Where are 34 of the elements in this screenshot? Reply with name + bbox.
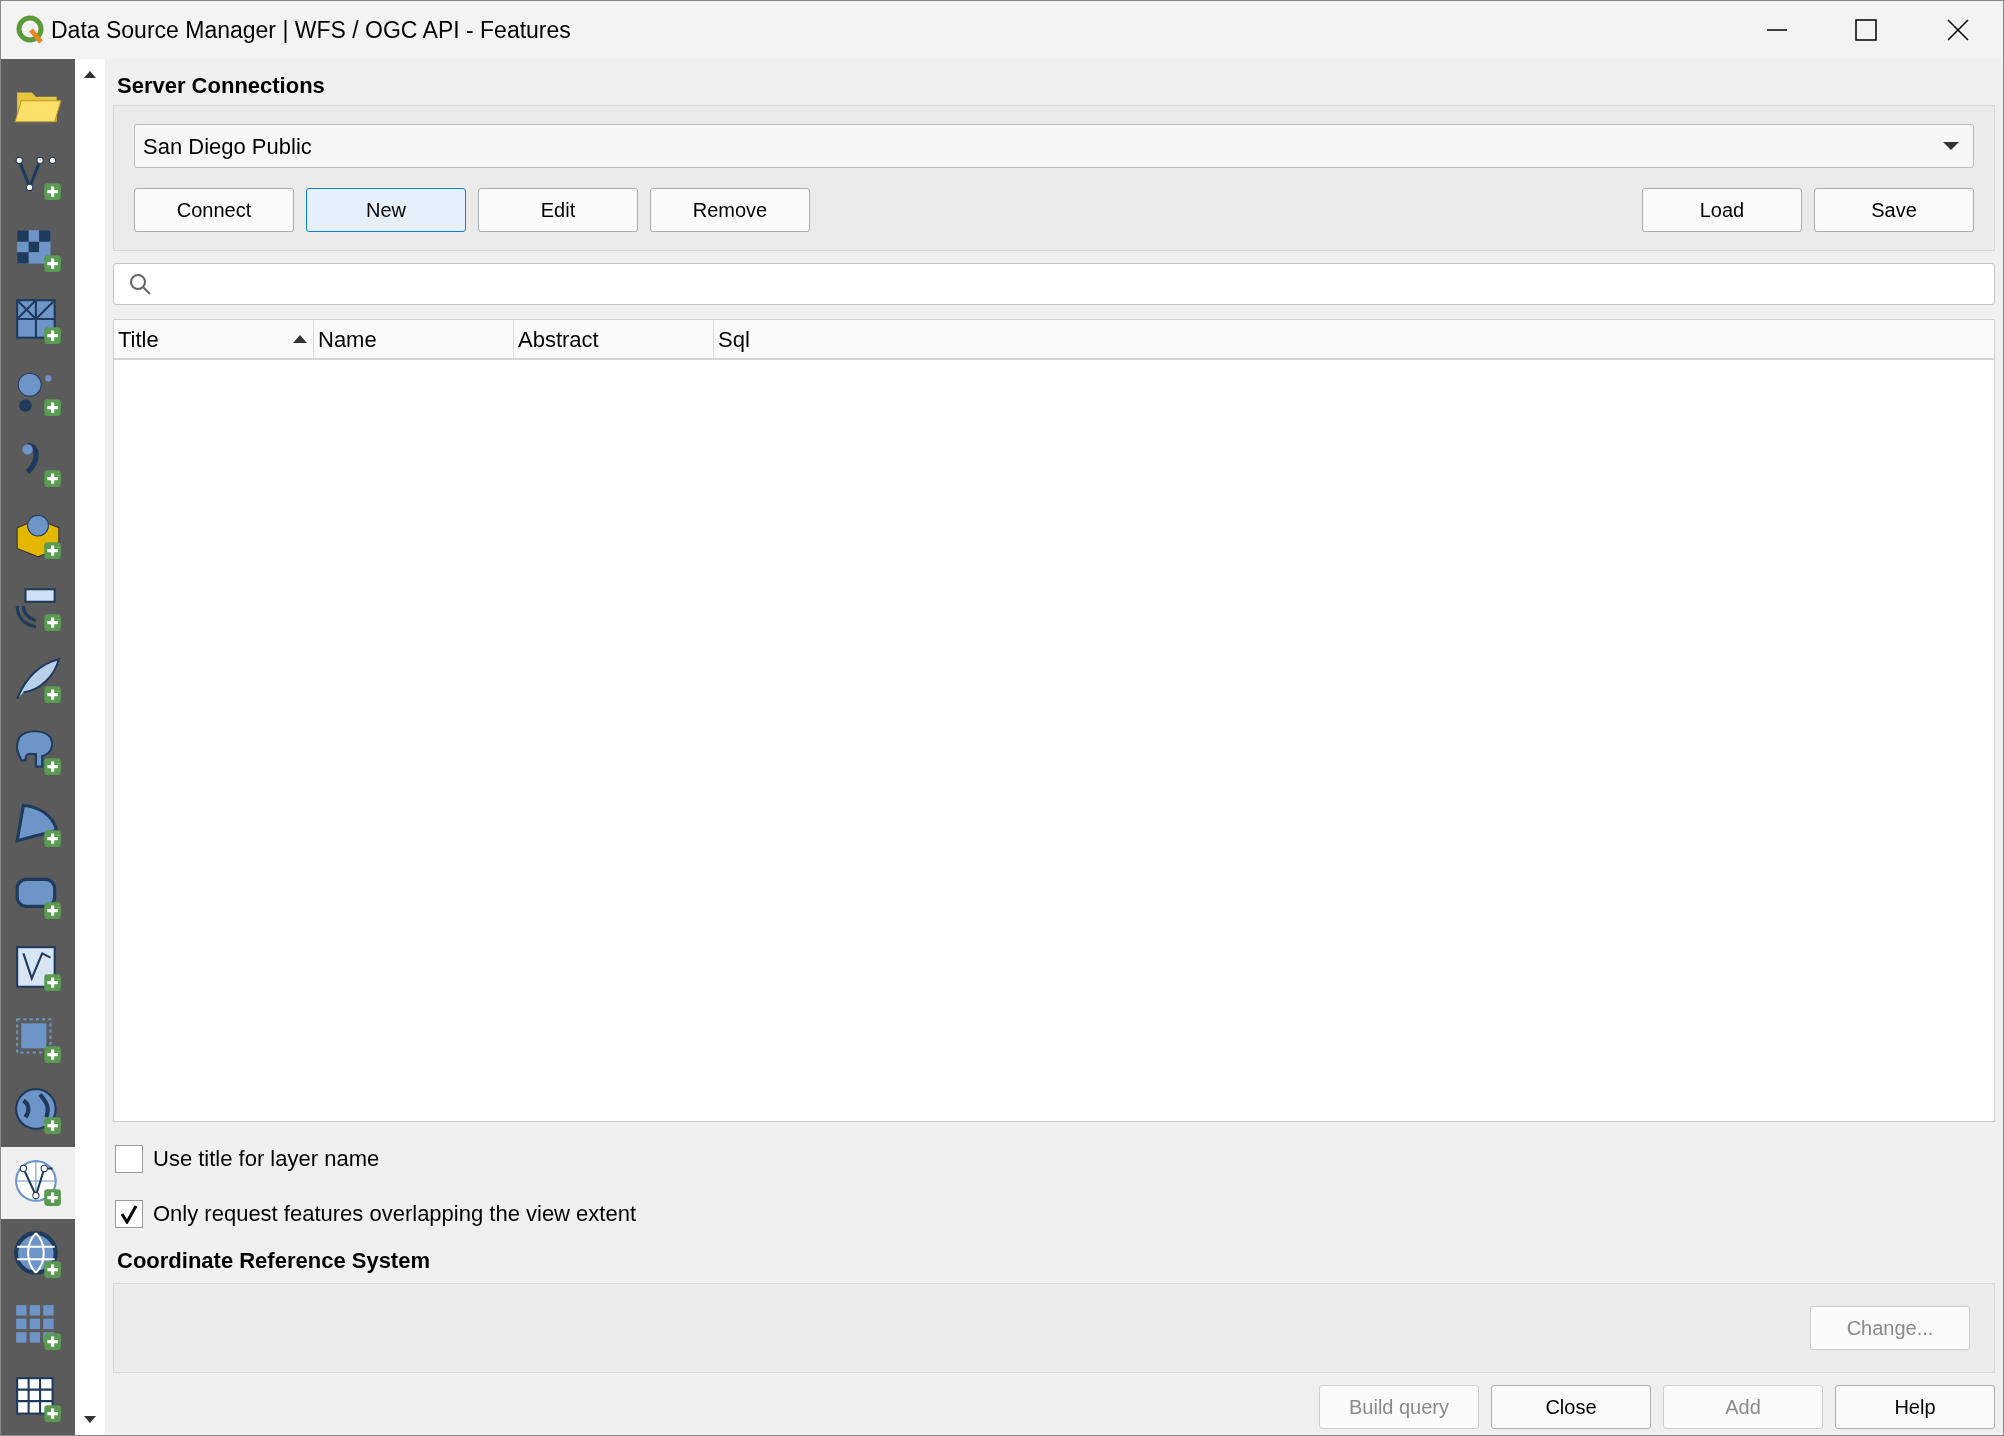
connection-dropdown[interactable]: San Diego Public — [134, 124, 1974, 168]
column-header[interactable]: Sql — [714, 320, 1994, 358]
column-header[interactable]: Title — [114, 320, 314, 358]
search-field[interactable] — [113, 263, 1995, 305]
dialog-button[interactable]: Help — [1835, 1385, 1995, 1429]
column-header[interactable]: Name — [314, 320, 514, 358]
caret-icon — [1943, 141, 1959, 151]
checkbox-label: Use title for layer name — [153, 1145, 380, 1173]
globe-icon — [13, 1086, 63, 1137]
checkmark-icon — [120, 1203, 138, 1224]
sidebar-item[interactable] — [1, 1147, 75, 1220]
section-heading: Server Connections — [117, 72, 326, 99]
section-heading: Coordinate Reference System — [117, 1247, 431, 1275]
globe-icon — [13, 1230, 63, 1281]
close-icon[interactable] — [1947, 19, 1969, 41]
connection-button[interactable]: Edit — [478, 188, 638, 232]
scroll-up-icon[interactable] — [83, 69, 97, 79]
connection-button[interactable]: Connect — [134, 188, 294, 232]
sort-ascending-icon — [293, 334, 307, 344]
dialog-button[interactable]: Close — [1491, 1385, 1651, 1429]
checkbox[interactable] — [115, 1144, 143, 1173]
connection-button[interactable]: Remove — [650, 188, 810, 232]
window-title: Data Source Manager | WFS / OGC API - Features — [51, 15, 571, 45]
globe-vertices-icon — [13, 1158, 63, 1209]
column-header[interactable]: Abstract — [514, 320, 714, 358]
search-icon — [128, 272, 152, 296]
checkbox-label: Only request features overlapping the view extent — [153, 1200, 637, 1228]
connection-button[interactable]: New — [306, 188, 466, 232]
checkbox[interactable] — [115, 1199, 143, 1228]
maximize-icon[interactable] — [1855, 19, 1877, 41]
file-button[interactable]: Load — [1642, 188, 1802, 232]
scroll-down-icon[interactable] — [83, 1415, 97, 1425]
file-button[interactable]: Save — [1814, 188, 1974, 232]
tile-grid-icon — [13, 1302, 63, 1353]
